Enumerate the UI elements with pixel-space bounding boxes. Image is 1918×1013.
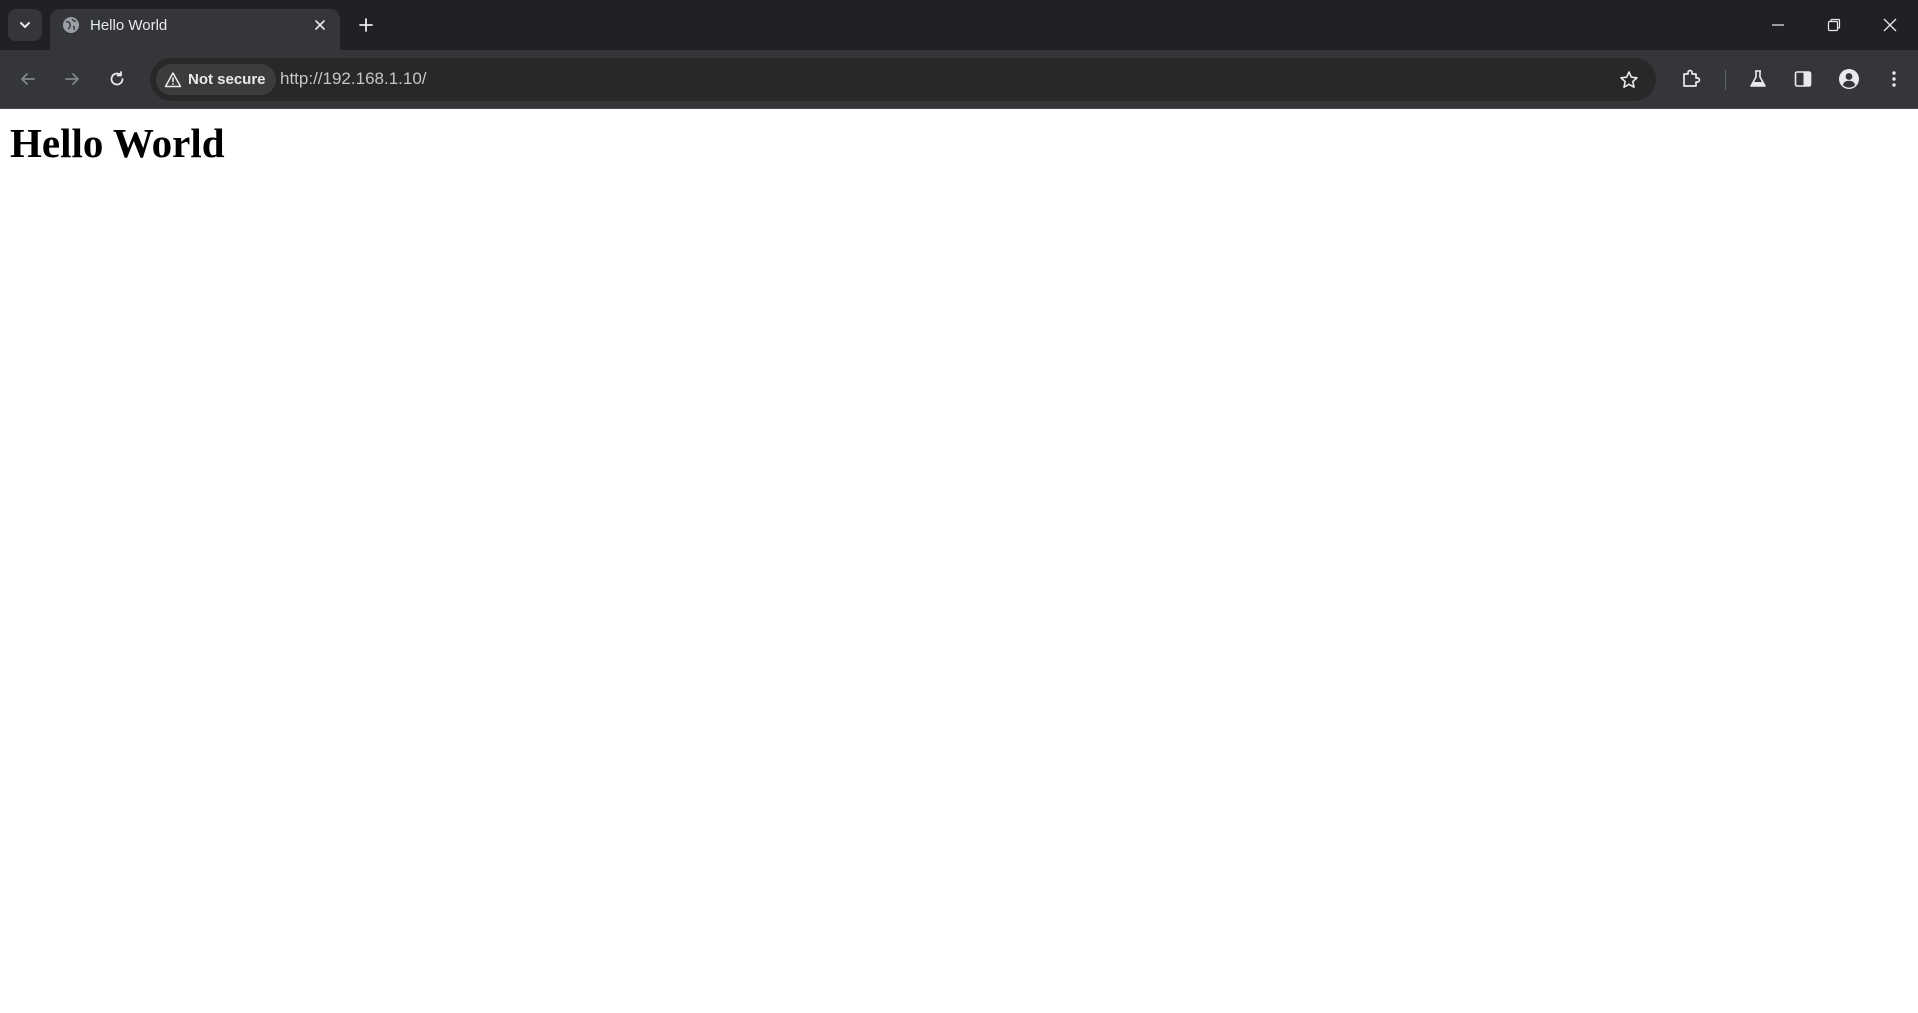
- reload-button[interactable]: [102, 64, 132, 94]
- plus-icon: [359, 18, 373, 32]
- url-text[interactable]: http://192.168.1.10/: [280, 69, 427, 89]
- tab-search-button[interactable]: [8, 9, 42, 41]
- puzzle-icon: [1683, 69, 1701, 87]
- minimize-icon: [1772, 24, 1784, 26]
- restore-icon: [1827, 18, 1841, 32]
- menu-button[interactable]: [1879, 64, 1909, 94]
- toolbar-separator: [1725, 70, 1726, 90]
- tab-active[interactable]: Hello World: [50, 9, 340, 50]
- tab-close-button[interactable]: [310, 15, 330, 35]
- security-label: Not secure: [188, 71, 266, 88]
- side-panel-icon: [1794, 71, 1812, 87]
- warning-triangle-icon: [164, 71, 182, 87]
- address-bar[interactable]: Not secure http://192.168.1.10/: [150, 58, 1656, 101]
- forward-button[interactable]: [57, 64, 87, 94]
- bookmark-button[interactable]: [1614, 65, 1644, 95]
- labs-button[interactable]: [1743, 64, 1773, 94]
- globe-icon: [63, 17, 79, 33]
- new-tab-button[interactable]: [352, 11, 380, 39]
- arrow-right-icon: [65, 73, 79, 85]
- security-chip[interactable]: Not secure: [156, 64, 276, 95]
- minimize-button[interactable]: [1750, 0, 1806, 50]
- back-button[interactable]: [13, 64, 43, 94]
- tab-strip: Hello World: [0, 0, 1918, 50]
- profile-button[interactable]: [1834, 64, 1864, 94]
- toolbar: Not secure http://192.168.1.10/: [0, 50, 1918, 109]
- kebab-menu-icon: [1892, 71, 1896, 87]
- arrow-left-icon: [21, 73, 35, 85]
- page-heading: Hello World: [10, 120, 225, 166]
- star-icon: [1620, 71, 1638, 88]
- page-content: Hello World: [0, 109, 1918, 1013]
- side-panel-button[interactable]: [1788, 64, 1818, 94]
- chevron-down-icon: [20, 22, 30, 28]
- person-icon: [1839, 69, 1859, 89]
- close-icon: [1883, 18, 1897, 32]
- extensions-button[interactable]: [1676, 64, 1706, 94]
- restore-button[interactable]: [1806, 0, 1862, 50]
- close-window-button[interactable]: [1862, 0, 1918, 50]
- tab-title: Hello World: [90, 17, 168, 34]
- browser-window: Hello World Not secure http://192.168.1.…: [0, 0, 1918, 1013]
- flask-icon: [1750, 70, 1766, 87]
- reload-icon: [110, 71, 124, 86]
- close-icon: [315, 20, 325, 30]
